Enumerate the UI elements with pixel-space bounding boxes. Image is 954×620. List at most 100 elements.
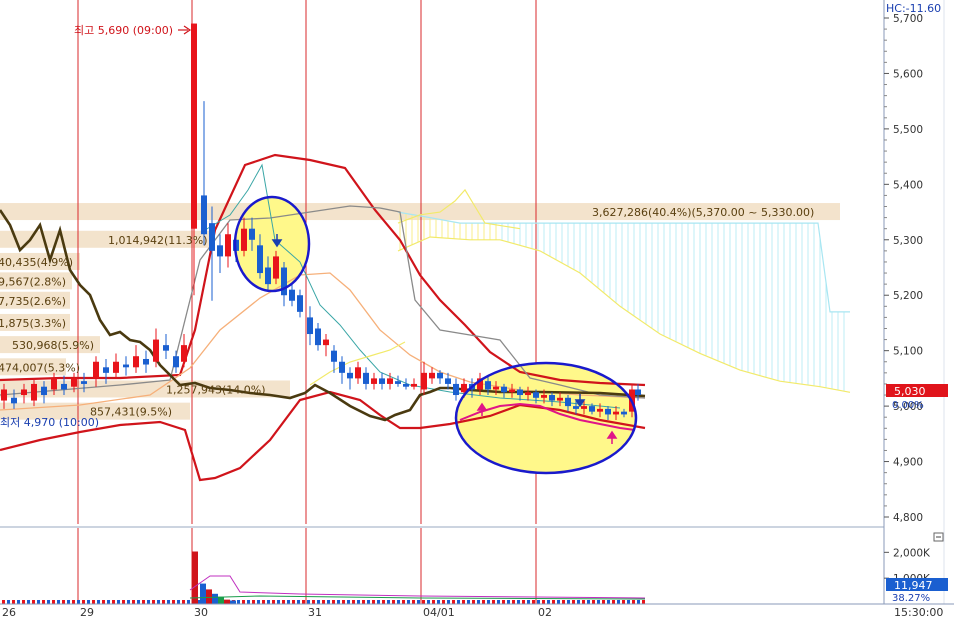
- volume-bar: [52, 600, 55, 604]
- candle-body: [93, 361, 99, 379]
- volume-bar: [82, 600, 85, 604]
- volume-bar: [230, 600, 236, 604]
- candle-body: [143, 358, 149, 365]
- candle-body: [315, 328, 321, 346]
- volume-bar: [512, 600, 515, 604]
- volume-bar: [487, 600, 490, 604]
- volume-tick-label: 2,000K: [893, 547, 931, 559]
- volume-bar: [157, 600, 160, 604]
- date-label: 26: [2, 606, 16, 619]
- volume-bar: [562, 600, 565, 604]
- candle-body: [191, 23, 197, 229]
- volume-bar: [607, 600, 610, 604]
- volume-bar: [262, 600, 265, 604]
- candle-body: [533, 392, 539, 398]
- stock-chart[interactable]: 3,627,286(40.4%)(5,370.00 ~ 5,330.00) 1,0…: [0, 0, 954, 620]
- volume-bar: [537, 600, 540, 604]
- volume-profile-label: 1,014,942(11.3%): [108, 234, 208, 247]
- candle-body: [1, 389, 7, 401]
- volume-bar: [92, 600, 95, 604]
- volume-bar: [97, 600, 100, 604]
- volume-bar: [42, 600, 45, 604]
- volume-bar: [502, 600, 505, 604]
- candle-body: [493, 386, 499, 390]
- volume-bar: [272, 600, 275, 604]
- candle-body: [265, 267, 271, 285]
- volume-bar: [482, 600, 485, 604]
- candle-body: [331, 350, 337, 362]
- candle-body: [549, 395, 555, 401]
- volume-bar: [7, 600, 10, 604]
- volume-bar: [72, 600, 75, 604]
- candle-body: [163, 345, 169, 351]
- candle-body: [225, 234, 231, 257]
- volume-bar: [347, 600, 350, 604]
- volume-bar: [397, 600, 400, 604]
- volume-bar: [252, 600, 255, 604]
- volume-bar: [392, 600, 395, 604]
- candle-body: [133, 356, 139, 368]
- volume-bar: [322, 600, 325, 604]
- volume-bar: [552, 600, 555, 604]
- volume-bar: [218, 596, 224, 604]
- volume-bar: [132, 600, 135, 604]
- candle-body: [517, 389, 523, 396]
- price-tick-label: 5,400: [893, 179, 923, 191]
- volume-bar: [522, 600, 525, 604]
- candle-body: [339, 361, 345, 373]
- candle-body: [71, 378, 77, 387]
- volume-bar: [224, 599, 230, 604]
- candle-body: [201, 195, 207, 235]
- volume-bar: [342, 600, 345, 604]
- volume-bar: [587, 600, 590, 604]
- candle-body: [387, 378, 393, 384]
- candle-body: [281, 267, 287, 296]
- price-tick-label: 5,100: [893, 346, 923, 358]
- candle-body: [173, 356, 179, 368]
- volume-bar: [372, 600, 375, 604]
- volume-bar: [17, 600, 20, 604]
- volume-bar: [527, 600, 530, 604]
- price-tick-label: 5,600: [893, 68, 923, 80]
- volume-bar: [27, 600, 30, 604]
- candle-body: [445, 378, 451, 384]
- volume-bar: [152, 600, 155, 604]
- volume-profile-label: 530,968(5.9%): [12, 339, 94, 352]
- price-plot-area[interactable]: [0, 0, 884, 524]
- date-label: 30: [194, 606, 208, 619]
- volume-bar: [427, 600, 430, 604]
- price-tick-label: 5,200: [893, 290, 923, 302]
- candle-body: [297, 295, 303, 312]
- volume-bar: [642, 600, 645, 604]
- volume-bar: [287, 600, 290, 604]
- volume-bar: [447, 600, 450, 604]
- volume-bar: [452, 600, 455, 604]
- volume-bar: [297, 600, 300, 604]
- volume-bar: [467, 600, 470, 604]
- volume-bar: [22, 600, 25, 604]
- volume-bar: [312, 600, 315, 604]
- candle-body: [429, 372, 435, 379]
- candle-body: [273, 256, 279, 279]
- volume-bar: [432, 600, 435, 604]
- candle-body: [249, 228, 255, 240]
- volume-bar: [492, 600, 495, 604]
- volume-bar: [517, 600, 520, 604]
- volume-bar: [57, 600, 60, 604]
- candle-body: [395, 381, 401, 384]
- price-tick-label: 5,500: [893, 124, 923, 136]
- volume-bar: [242, 600, 245, 604]
- volume-bar: [437, 600, 440, 604]
- volume-bar: [577, 600, 580, 604]
- volume-bar: [377, 600, 380, 604]
- volume-bars: [2, 551, 646, 604]
- candle-body: [123, 364, 129, 368]
- last-price-change: 0.00%: [892, 400, 924, 411]
- volume-bar: [317, 600, 320, 604]
- volume-bar: [382, 600, 385, 604]
- min-annotation: 최저 4,970 (10:00): [0, 416, 99, 429]
- volume-bar: [32, 600, 35, 604]
- candle-body: [557, 397, 563, 401]
- candle-body: [403, 383, 409, 387]
- candle-body: [589, 406, 595, 412]
